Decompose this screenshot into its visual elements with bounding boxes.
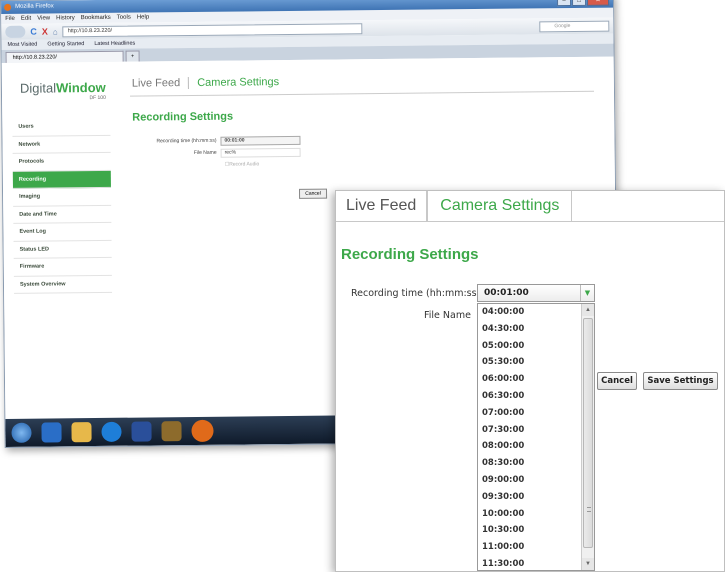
sidebar-item[interactable]: System Overview	[13, 275, 113, 294]
dropdown-option[interactable]: 08:30:00	[478, 455, 582, 472]
dropdown-option[interactable]: 08:00:00	[478, 438, 582, 455]
file-name-label: File Name	[193, 149, 217, 156]
recording-time-dropdown[interactable]: 04:00:00 04:30:00 05:00:00 05:30:00 06:00:00…	[477, 303, 595, 571]
stop-icon[interactable]: X	[42, 27, 48, 37]
dropdown-option[interactable]: 09:30:00	[478, 489, 582, 506]
bookmark-item[interactable]: Most Visited	[7, 40, 37, 50]
recording-form: Recording time (hh:mm:ss) 00:01:00 File …	[132, 134, 301, 172]
sidebar: Users Network Protocols Recording Imaging Dat…	[12, 117, 113, 294]
sidebar-item[interactable]: Users	[12, 117, 111, 137]
folder-icon[interactable]	[71, 422, 92, 443]
paint-app-icon[interactable]	[161, 421, 182, 442]
sidebar-item[interactable]: Network	[12, 135, 111, 154]
dropdown-option[interactable]: 11:30:00	[478, 556, 582, 570]
grip-icon	[587, 507, 591, 512]
recording-time-select[interactable]: 00:01:00	[220, 135, 301, 146]
dropdown-option[interactable]: 07:30:00	[478, 422, 582, 439]
save-settings-button[interactable]: Save Settings	[643, 372, 718, 390]
sidebar-item[interactable]: Recording	[12, 170, 111, 189]
file-name-label: File Name	[424, 310, 471, 321]
background-cancel-button[interactable]: Cancel	[298, 188, 328, 199]
recording-time-select[interactable]: 00:01:00 ▼	[477, 284, 595, 302]
dropdown-option[interactable]: 11:00:00	[478, 539, 582, 556]
window-title: Mozilla Firefox	[15, 3, 54, 10]
firefox-icon	[4, 3, 12, 11]
dropdown-option[interactable]: 04:00:00	[478, 304, 582, 321]
tab-camera-settings-zoom[interactable]: Camera Settings	[427, 191, 573, 221]
sidebar-item[interactable]: Event Log	[13, 222, 112, 242]
document-app-icon[interactable]	[131, 421, 152, 442]
menu-item[interactable]: Help	[137, 12, 149, 22]
scrollbar-thumb[interactable]	[583, 318, 593, 548]
window-controls: – □ ✕	[556, 0, 610, 7]
recording-time-label: Recording time (hh:mm:ss)	[351, 288, 481, 299]
menu-item[interactable]: Edit	[21, 14, 31, 24]
menu-item[interactable]: File	[5, 14, 15, 24]
internet-explorer-icon[interactable]	[41, 422, 62, 443]
page-title: Recording Settings	[132, 110, 234, 124]
firefox-taskbar-icon[interactable]	[191, 419, 214, 443]
url-bar[interactable]: http://10.8.23.220/	[62, 22, 363, 37]
media-player-icon[interactable]	[101, 421, 122, 442]
dropdown-option[interactable]: 05:00:00	[478, 338, 582, 355]
dropdown-option[interactable]: 05:30:00	[478, 354, 582, 371]
reload-icon[interactable]: C	[30, 27, 37, 37]
digital-window-logo: DigitalWindow DF 100	[19, 79, 106, 102]
dropdown-option[interactable]: 06:30:00	[478, 388, 582, 405]
dropdown-option[interactable]: 10:00:00	[478, 506, 582, 523]
sidebar-item[interactable]: Protocols	[12, 152, 111, 172]
zoomed-settings-panel: Live Feed Camera Settings Recording Sett…	[335, 190, 725, 572]
background-tabs: Live Feed Camera Settings	[131, 76, 279, 90]
menu-item[interactable]: History	[56, 13, 75, 23]
bookmark-item[interactable]: Getting Started	[47, 39, 84, 49]
tab-live-feed[interactable]: Live Feed	[131, 77, 190, 90]
sidebar-item[interactable]: Date and Time	[13, 205, 112, 224]
dropdown-option[interactable]: 04:30:00	[478, 321, 582, 338]
dropdown-options: 04:00:00 04:30:00 05:00:00 05:30:00 06:00:00…	[478, 304, 582, 570]
chevron-down-icon[interactable]: ▼	[580, 285, 594, 301]
dropdown-option[interactable]: 10:30:00	[478, 522, 582, 539]
sidebar-item[interactable]: Firmware	[13, 257, 112, 277]
dropdown-option[interactable]: 06:00:00	[478, 371, 582, 388]
minimize-button[interactable]: –	[556, 0, 572, 7]
tab-camera-settings[interactable]: Camera Settings	[189, 76, 279, 89]
cancel-button[interactable]: Cancel	[597, 372, 637, 390]
maximize-button[interactable]: □	[571, 0, 587, 7]
menu-item[interactable]: Tools	[117, 13, 131, 23]
bookmark-item[interactable]: Latest Headlines	[94, 39, 135, 49]
dropdown-option[interactable]: 07:00:00	[478, 405, 582, 422]
settings-tabs: Live Feed Camera Settings	[336, 191, 573, 221]
start-button-icon[interactable]	[11, 422, 32, 443]
screenshot-stage: Mozilla Firefox – □ ✕ File Edit View Histor…	[0, 0, 725, 572]
menu-item[interactable]: View	[37, 13, 50, 23]
scroll-up-icon[interactable]: ▲	[582, 304, 594, 316]
dropdown-option[interactable]: 09:00:00	[478, 472, 582, 489]
record-audio-checkbox[interactable]: ☐ Record Audio	[133, 158, 301, 172]
file-name-input[interactable]: rec%	[220, 147, 301, 158]
back-forward-button[interactable]	[5, 25, 26, 38]
tab-divider	[336, 221, 724, 222]
sidebar-item[interactable]: Status LED	[13, 240, 112, 259]
scroll-down-icon[interactable]: ▼	[582, 558, 594, 570]
menu-item[interactable]: Bookmarks	[81, 13, 111, 23]
new-tab-button[interactable]: +	[125, 50, 140, 62]
dropdown-scrollbar[interactable]: ▲ ▼	[581, 304, 594, 570]
recording-settings-heading: Recording Settings	[341, 246, 479, 263]
close-button[interactable]: ✕	[586, 0, 610, 6]
tab-divider	[130, 90, 594, 97]
tab-live-feed-zoom[interactable]: Live Feed	[336, 191, 428, 221]
recording-time-label: Recording time (hh:mm:ss)	[156, 137, 217, 145]
sidebar-item[interactable]: Imaging	[12, 187, 112, 207]
selected-value: 00:01:00	[484, 288, 529, 298]
home-icon[interactable]: ⌂	[53, 27, 58, 36]
search-box[interactable]: Google	[539, 20, 610, 32]
